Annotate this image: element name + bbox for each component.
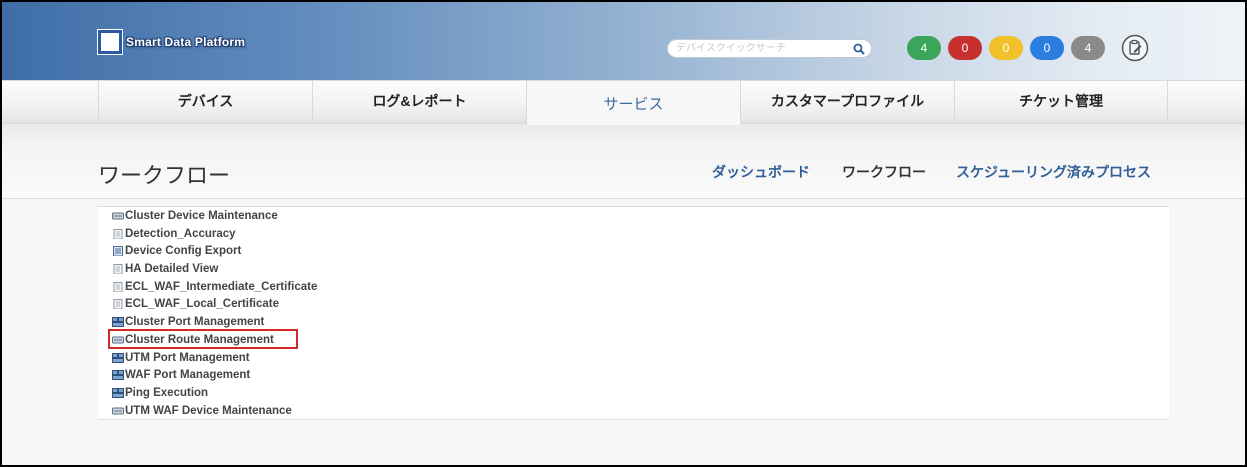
workflow-item-waf-port-management[interactable]: WAF Port Management [112, 366, 250, 384]
workflow-label: Ping Execution [125, 387, 209, 399]
workflow-label: Device Config Export [125, 245, 242, 257]
workflow-label: UTM Port Management [125, 352, 250, 364]
status-badge-red[interactable]: 0 [948, 36, 982, 60]
workflow-item-device-config-export[interactable]: Device Config Export [112, 242, 241, 260]
search-icon[interactable] [853, 43, 865, 55]
workflow-label: Cluster Device Maintenance [125, 210, 278, 222]
dashboard-link[interactable]: ダッシュボード [712, 162, 810, 182]
device-quick-search [667, 39, 872, 58]
scheduled-processes-link[interactable]: スケジューリング済みプロセス [956, 162, 1151, 182]
device-icon [112, 407, 124, 415]
workflow-item-utm-waf-device-maintenance[interactable]: UTM WAF Device Maintenance [112, 402, 292, 420]
logo[interactable]: Smart Data Platform [98, 29, 245, 55]
workflow-label: UTM WAF Device Maintenance [125, 405, 292, 417]
page-title: ワークフロー [98, 163, 231, 188]
workflow-item-ecl-waf-intermediate-certificate[interactable]: ECL_WAF_Intermediate_Certificate [112, 278, 317, 296]
workflow-label: HA Detailed View [125, 263, 219, 275]
logo-text: Smart Data Platform [126, 35, 246, 49]
workflow-label: Cluster Port Management [125, 316, 265, 328]
tab-logs-reports[interactable]: ログ&レポート [312, 81, 526, 121]
highlight-box [108, 329, 298, 349]
workflow-list: Cluster Device Maintenance Detection_Acc… [98, 206, 1169, 420]
network-icon [112, 317, 124, 327]
search-input[interactable] [676, 43, 846, 54]
workflow-link[interactable]: ワークフロー [842, 162, 926, 182]
logo-mark-icon [98, 30, 122, 54]
workflow-item-utm-port-management[interactable]: UTM Port Management [112, 349, 250, 367]
sub-header: ワークフロー ダッシュボード ワークフロー スケジューリング済みプロセス [2, 124, 1245, 199]
config-file-icon [113, 246, 123, 256]
workflow-item-ecl-waf-local-certificate[interactable]: ECL_WAF_Local_Certificate [112, 295, 279, 313]
document-icon [113, 299, 123, 309]
network-icon [112, 353, 124, 363]
document-icon [113, 264, 123, 274]
status-badge-green[interactable]: 4 [907, 36, 941, 60]
status-badge-gray[interactable]: 4 [1071, 36, 1105, 60]
workflow-item-ha-detailed-view[interactable]: HA Detailed View [112, 260, 218, 278]
workflow-label: Detection_Accuracy [125, 228, 236, 240]
network-icon [112, 388, 124, 398]
status-badge-blue[interactable]: 0 [1030, 36, 1064, 60]
network-icon [112, 370, 124, 380]
main-nav: デバイス ログ&レポート サービス カスタマープロファイル チケット管理 [2, 80, 1245, 125]
workflow-item-ping-execution[interactable]: Ping Execution [112, 384, 208, 402]
tab-services[interactable]: サービス [526, 81, 740, 125]
status-badge-yellow[interactable]: 0 [989, 36, 1023, 60]
tab-ticket-management[interactable]: チケット管理 [954, 81, 1168, 121]
tab-customer-profile[interactable]: カスタマープロファイル [740, 81, 954, 121]
workflow-item-cluster-device-maintenance[interactable]: Cluster Device Maintenance [112, 207, 278, 225]
app-window: Smart Data Platform 4 0 0 0 4 デバイス ログ&レポ… [0, 0, 1247, 467]
document-icon [113, 282, 123, 292]
tab-devices[interactable]: デバイス [98, 81, 312, 121]
clipboard-edit-icon[interactable] [1121, 34, 1149, 62]
workflow-item-detection-accuracy[interactable]: Detection_Accuracy [112, 225, 236, 243]
workflow-label: WAF Port Management [125, 369, 251, 381]
top-header: Smart Data Platform 4 0 0 0 4 [2, 2, 1245, 80]
workflow-label: ECL_WAF_Local_Certificate [125, 298, 280, 310]
workflow-label: ECL_WAF_Intermediate_Certificate [125, 281, 318, 293]
document-icon [113, 229, 123, 239]
device-icon [112, 212, 124, 220]
